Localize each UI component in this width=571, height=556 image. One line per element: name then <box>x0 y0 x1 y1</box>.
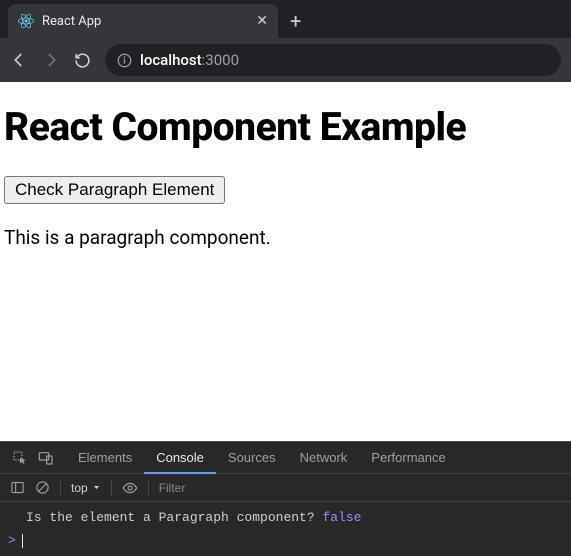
paragraph-text: This is a paragraph component. <box>4 226 567 249</box>
chevron-down-icon <box>92 483 101 492</box>
check-paragraph-button[interactable]: Check Paragraph Element <box>4 176 225 204</box>
devtools-tab-console[interactable]: Console <box>144 443 216 474</box>
tab-strip: React App ✕ + <box>0 0 571 38</box>
back-button[interactable] <box>10 51 28 69</box>
new-tab-button[interactable]: + <box>284 11 307 31</box>
page-content: React Component Example Check Paragraph … <box>0 82 571 249</box>
close-icon[interactable]: ✕ <box>256 13 268 29</box>
live-expression-icon[interactable] <box>122 480 138 496</box>
sidebar-toggle-icon[interactable] <box>10 480 25 495</box>
address-bar[interactable]: localhost:3000 <box>105 44 561 76</box>
browser-tab[interactable]: React App ✕ <box>8 4 278 38</box>
prompt-caret-icon: > <box>8 533 16 548</box>
react-logo-icon <box>18 13 34 29</box>
forward-button[interactable] <box>42 51 60 69</box>
browser-chrome: React App ✕ + localhost:3000 <box>0 0 571 82</box>
devtools-tab-performance[interactable]: Performance <box>359 442 457 473</box>
browser-toolbar: localhost:3000 <box>0 38 571 82</box>
devtools-tab-elements[interactable]: Elements <box>66 442 144 473</box>
devtools-panel: Elements Console Sources Network Perform… <box>0 441 571 556</box>
device-toggle-icon[interactable] <box>38 450 54 466</box>
console-toolbar: top <box>0 474 571 502</box>
clear-console-icon[interactable] <box>35 480 50 495</box>
page-heading: React Component Example <box>4 104 567 150</box>
devtools-tab-network[interactable]: Network <box>288 442 360 473</box>
devtools-tab-sources[interactable]: Sources <box>216 442 288 473</box>
context-selector[interactable]: top <box>71 481 101 495</box>
console-output: Is the element a Paragraph component? fa… <box>0 502 571 556</box>
site-info-icon[interactable] <box>117 53 132 68</box>
console-filter-input[interactable] <box>159 481 259 495</box>
devtools-tab-bar: Elements Console Sources Network Perform… <box>0 442 571 474</box>
text-cursor <box>22 534 23 548</box>
inspect-element-icon[interactable] <box>12 450 28 466</box>
console-log-line: Is the element a Paragraph component? fa… <box>8 508 563 531</box>
url-text: localhost:3000 <box>140 51 239 69</box>
console-prompt[interactable]: > <box>8 531 563 550</box>
reload-button[interactable] <box>74 52 91 69</box>
tab-title: React App <box>42 14 101 29</box>
